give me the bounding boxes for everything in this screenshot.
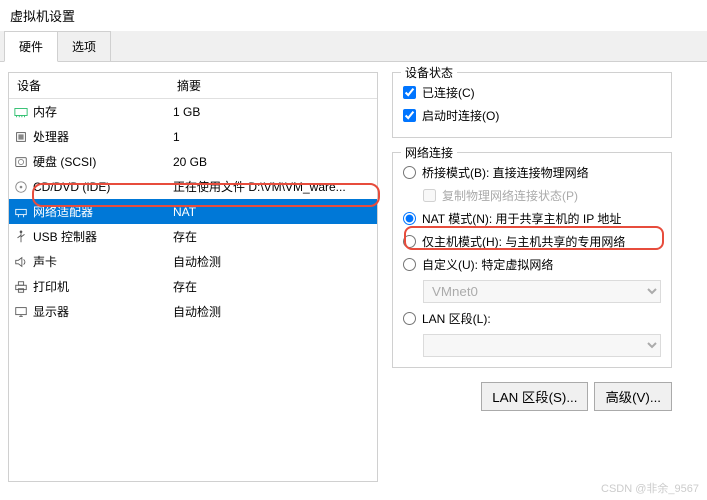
window-title: 虚拟机设置 (0, 0, 707, 31)
tab-bar: 硬件 选项 (0, 31, 707, 62)
device-label: 处理器 (29, 126, 169, 147)
device-summary: 1 GB (169, 103, 377, 121)
device-label: 内存 (29, 101, 169, 122)
connect-on-start-checkbox[interactable]: 启动时连接(O) (403, 104, 661, 127)
hostonly-mode-radio[interactable]: 仅主机模式(H): 与主机共享的专用网络 (403, 230, 661, 253)
device-row-disk[interactable]: 硬盘 (SCSI)20 GB (9, 149, 377, 174)
bridge-mode-radio[interactable]: 桥接模式(B): 直接连接物理网络 (403, 161, 661, 184)
device-list: 设备 摘要 内存1 GB处理器1硬盘 (SCSI)20 GBCD/DVD (ID… (8, 72, 378, 482)
advanced-button[interactable]: 高级(V)... (594, 382, 672, 411)
device-summary: 正在使用文件 D:\VM\VM_ware... (169, 176, 377, 197)
replicate-checkbox: 复制物理网络连接状态(P) (423, 184, 661, 207)
device-label: 网络适配器 (29, 201, 169, 222)
cpu-icon (9, 129, 29, 144)
column-device-header: 设备 (9, 73, 169, 98)
device-row-network[interactable]: 网络适配器NAT (9, 199, 377, 224)
device-row-display[interactable]: 显示器自动检测 (9, 299, 377, 324)
memory-icon (9, 104, 29, 119)
device-row-cpu[interactable]: 处理器1 (9, 124, 377, 149)
device-summary: 自动检测 (169, 301, 377, 322)
status-legend: 设备状态 (401, 64, 457, 81)
usb-icon (9, 229, 29, 244)
printer-icon (9, 279, 29, 294)
device-label: 显示器 (29, 301, 169, 322)
device-row-disc[interactable]: CD/DVD (IDE)正在使用文件 D:\VM\VM_ware... (9, 174, 377, 199)
lan-segment-radio[interactable]: LAN 区段(L): (403, 307, 661, 330)
disc-icon (9, 179, 29, 194)
connect-on-start-input[interactable] (403, 109, 416, 122)
disk-icon (9, 154, 29, 169)
network-icon (9, 204, 29, 219)
display-icon (9, 304, 29, 319)
lan-segment-button[interactable]: LAN 区段(S)... (481, 382, 588, 411)
tab-options[interactable]: 选项 (57, 31, 111, 61)
column-summary-header: 摘要 (169, 73, 377, 98)
device-label: 声卡 (29, 251, 169, 272)
watermark: CSDN @非余_9567 (601, 480, 699, 496)
device-row-printer[interactable]: 打印机存在 (9, 274, 377, 299)
connected-checkbox[interactable]: 已连接(C) (403, 81, 661, 104)
network-connection-group: 网络连接 桥接模式(B): 直接连接物理网络 复制物理网络连接状态(P) NAT… (392, 152, 672, 368)
nat-mode-radio[interactable]: NAT 模式(N): 用于共享主机的 IP 地址 (403, 207, 661, 230)
device-status-group: 设备状态 已连接(C) 启动时连接(O) (392, 72, 672, 138)
device-row-sound[interactable]: 声卡自动检测 (9, 249, 377, 274)
device-label: CD/DVD (IDE) (29, 178, 169, 196)
device-label: 硬盘 (SCSI) (29, 151, 169, 172)
device-summary: 自动检测 (169, 251, 377, 272)
device-summary: 1 (169, 128, 377, 146)
device-summary: 存在 (169, 276, 377, 297)
lan-segment-select (423, 334, 661, 357)
custom-mode-radio[interactable]: 自定义(U): 特定虚拟网络 (403, 253, 661, 276)
device-summary: 20 GB (169, 153, 377, 171)
device-row-usb[interactable]: USB 控制器存在 (9, 224, 377, 249)
device-summary: 存在 (169, 226, 377, 247)
vmnet-select: VMnet0 (423, 280, 661, 303)
connected-input[interactable] (403, 86, 416, 99)
device-label: 打印机 (29, 276, 169, 297)
sound-icon (9, 254, 29, 269)
device-summary: NAT (169, 203, 377, 221)
network-legend: 网络连接 (401, 144, 457, 161)
tab-hardware[interactable]: 硬件 (4, 31, 58, 62)
device-row-memory[interactable]: 内存1 GB (9, 99, 377, 124)
device-label: USB 控制器 (29, 226, 169, 247)
